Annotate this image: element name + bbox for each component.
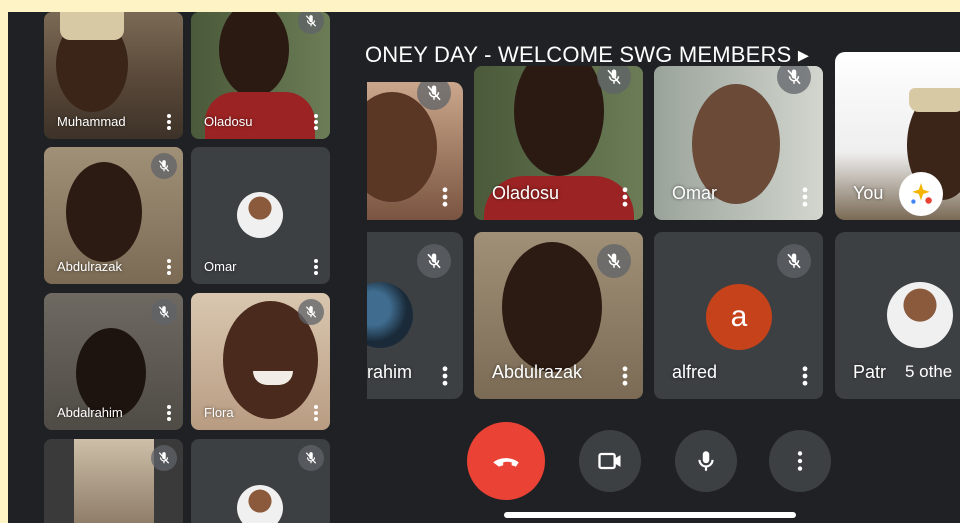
participant-tile[interactable]: Oladosu bbox=[474, 66, 643, 220]
participant-tile[interactable]: Abdulrazak bbox=[474, 232, 643, 399]
participant-name: You bbox=[853, 183, 884, 203]
participant-tile[interactable]: Omar bbox=[191, 147, 330, 284]
more-options-icon[interactable] bbox=[163, 113, 175, 131]
mic-off-icon bbox=[298, 299, 324, 325]
participant-tile[interactable] bbox=[367, 82, 463, 220]
participant-name: Patr bbox=[853, 362, 887, 382]
participant-tile[interactable]: rahim bbox=[367, 232, 463, 399]
participant-name: Abdulrazak bbox=[492, 362, 583, 382]
more-options-button[interactable] bbox=[769, 430, 831, 492]
more-options-icon[interactable] bbox=[798, 186, 812, 208]
microphone-icon bbox=[698, 451, 714, 471]
cap bbox=[909, 88, 960, 112]
mic-off-icon bbox=[417, 244, 451, 278]
more-options-icon[interactable] bbox=[618, 186, 632, 208]
participant-tile[interactable]: Omar bbox=[654, 66, 823, 220]
home-indicator[interactable] bbox=[504, 512, 796, 518]
participant-tile[interactable]: You bbox=[835, 52, 960, 220]
curtain bbox=[74, 439, 154, 523]
video-camera-icon bbox=[598, 452, 621, 470]
more-options-icon[interactable] bbox=[310, 113, 322, 131]
more-options-icon[interactable] bbox=[618, 365, 632, 387]
mic-off-icon bbox=[151, 299, 177, 325]
participant-name: Omar bbox=[204, 259, 237, 274]
mic-off-icon bbox=[597, 244, 631, 278]
participant-tile[interactable]: Patr 5 othe bbox=[835, 232, 960, 399]
more-vertical-icon bbox=[797, 451, 803, 471]
more-options-icon[interactable] bbox=[163, 404, 175, 422]
participant-name: Abdulrazak bbox=[57, 259, 123, 274]
participant-tile[interactable]: Abdulrazak bbox=[44, 147, 183, 284]
participant-name: Flora bbox=[204, 405, 234, 420]
avatar bbox=[237, 485, 283, 523]
more-options-icon[interactable] bbox=[438, 365, 452, 387]
more-options-icon[interactable] bbox=[438, 186, 452, 208]
participant-tile[interactable]: a alfred bbox=[654, 232, 823, 399]
participant-name: alfred bbox=[672, 362, 718, 382]
participant-tile[interactable]: Oladosu bbox=[191, 12, 330, 139]
participant-sidebar: Muhammad Oladosu Abdulrazak Omar Abdalra… bbox=[8, 12, 367, 523]
more-options-icon[interactable] bbox=[798, 365, 812, 387]
participant-tile[interactable] bbox=[44, 439, 183, 523]
participant-name: Oladosu bbox=[204, 114, 253, 129]
mic-off-icon bbox=[151, 153, 177, 179]
more-options-icon[interactable] bbox=[310, 258, 322, 276]
main-call-area: ONEY DAY - WELCOME SWG MEMBERS ▸ Oladosu… bbox=[365, 12, 960, 523]
camera-button[interactable] bbox=[579, 430, 641, 492]
avatar bbox=[237, 192, 283, 238]
participant-name: Omar bbox=[672, 183, 717, 203]
participant-tile[interactable] bbox=[191, 439, 330, 523]
mic-off-icon bbox=[777, 244, 811, 278]
mic-off-icon bbox=[151, 445, 177, 471]
participant-name: Oladosu bbox=[492, 183, 560, 203]
avatar bbox=[887, 282, 953, 348]
others-count-badge[interactable]: 5 othe bbox=[891, 354, 960, 390]
meet-app: Muhammad Oladosu Abdulrazak Omar Abdalra… bbox=[8, 12, 960, 523]
participant-tile[interactable]: Abdalrahim bbox=[44, 293, 183, 430]
cap bbox=[60, 12, 124, 40]
participant-face bbox=[66, 162, 142, 262]
meeting-title: ONEY DAY - WELCOME SWG MEMBERS ▸ bbox=[365, 42, 810, 67]
more-options-icon[interactable] bbox=[163, 258, 175, 276]
participant-name: Abdalrahim bbox=[57, 405, 123, 420]
participant-tile[interactable]: Muhammad bbox=[44, 12, 183, 139]
phone-hangup-icon bbox=[493, 458, 519, 467]
end-call-button[interactable] bbox=[467, 422, 545, 500]
participant-face bbox=[502, 242, 602, 372]
microphone-button[interactable] bbox=[675, 430, 737, 492]
avatar: a bbox=[706, 284, 772, 350]
participant-name: rahim bbox=[367, 362, 413, 382]
avatar bbox=[367, 282, 413, 348]
visual-effects-icon[interactable] bbox=[899, 172, 943, 216]
more-options-icon[interactable] bbox=[310, 404, 322, 422]
mic-off-icon bbox=[298, 445, 324, 471]
participant-name: Muhammad bbox=[57, 114, 126, 129]
participant-tile[interactable]: Flora bbox=[191, 293, 330, 430]
